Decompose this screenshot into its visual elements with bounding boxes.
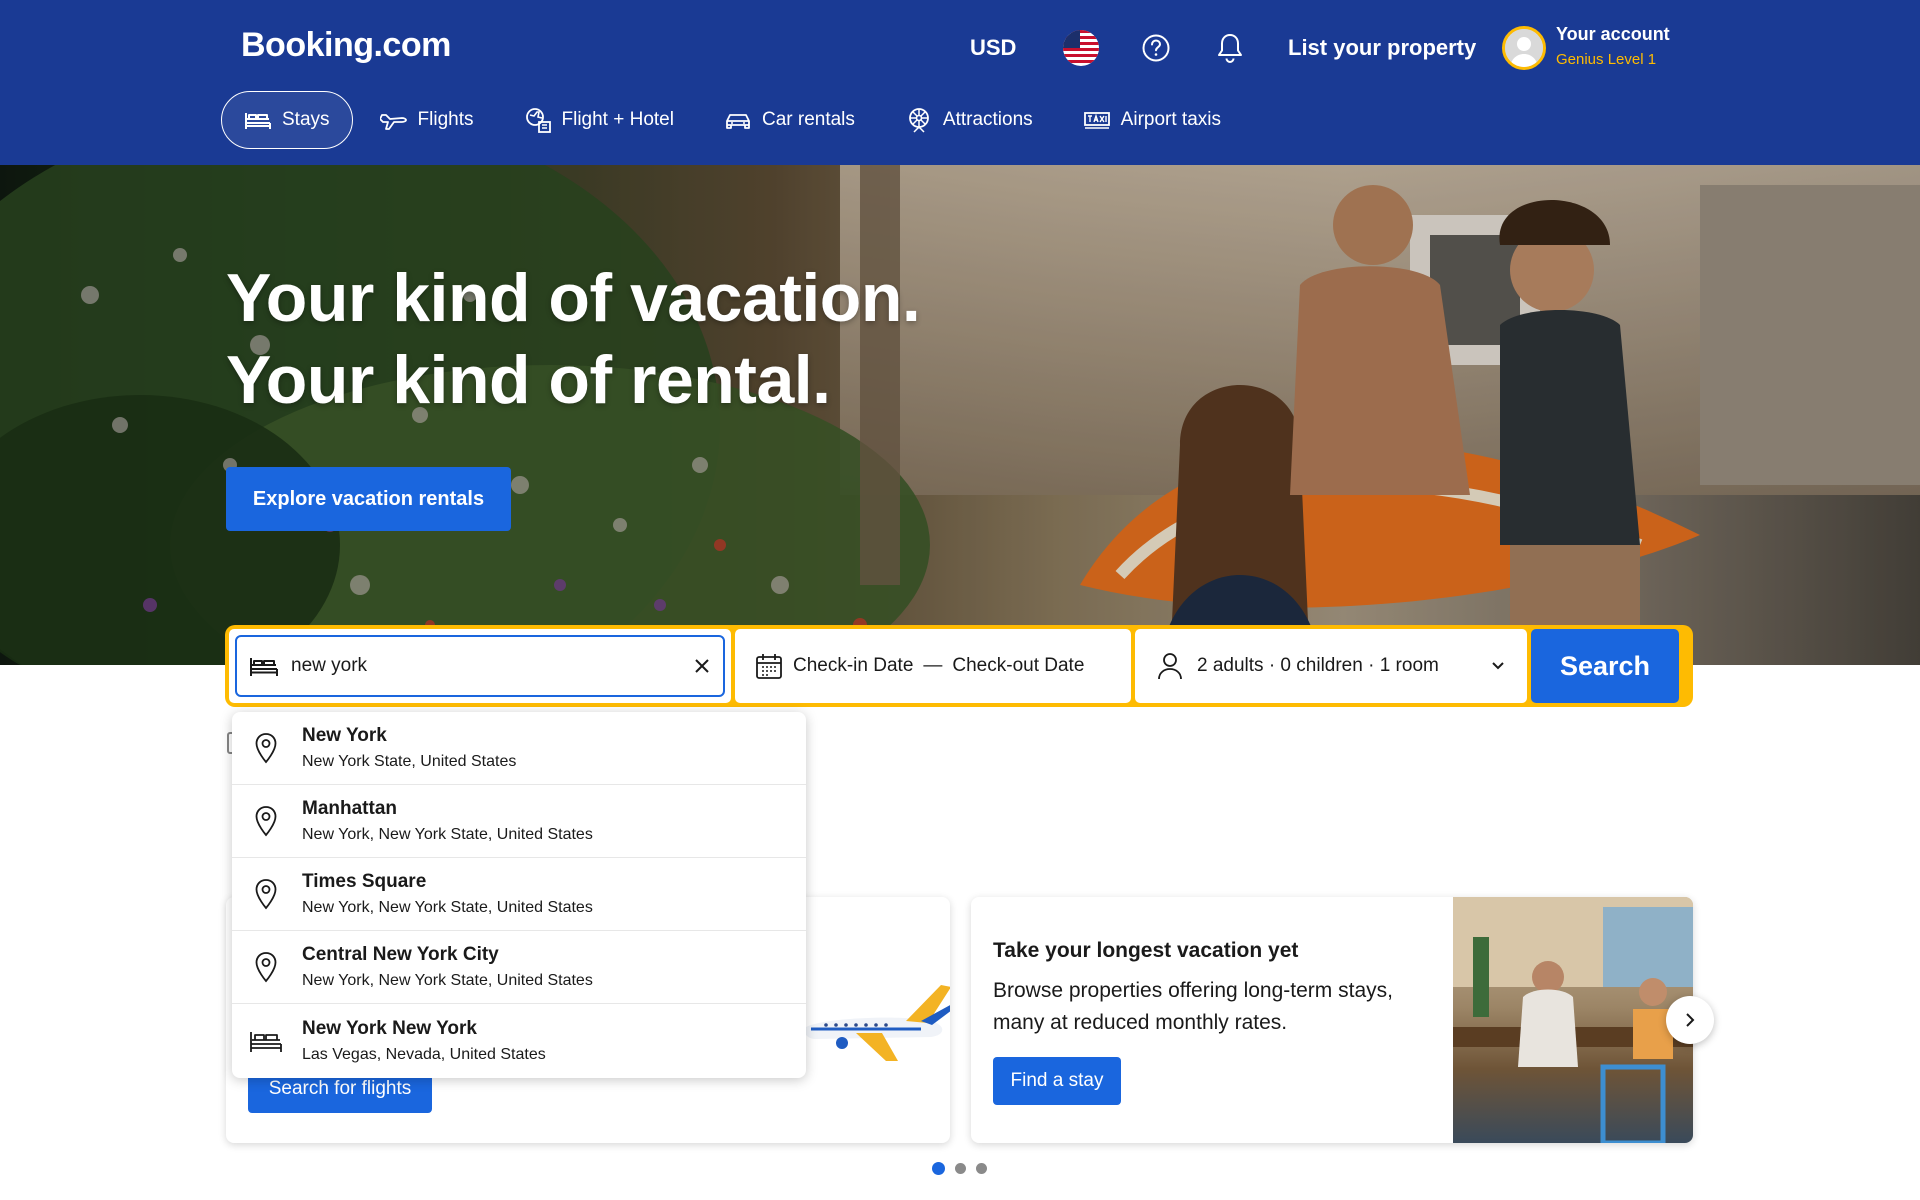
account-title: Your account — [1556, 24, 1670, 44]
plane-icon — [379, 114, 407, 130]
bed-icon — [245, 113, 271, 129]
suggestion-location: New York State, United States — [302, 753, 517, 770]
find-a-stay-button[interactable]: Find a stay — [993, 1057, 1121, 1105]
hero-banner: Your kind of vacation. Your kind of rent… — [0, 165, 1920, 665]
tab-attractions[interactable]: Attractions — [882, 91, 1056, 149]
tab-airport-taxis[interactable]: Airport taxis — [1060, 91, 1244, 149]
tab-label: Flight + Hotel — [561, 109, 674, 130]
destination-input[interactable] — [291, 655, 693, 677]
tab-flights[interactable]: Flights — [357, 91, 497, 149]
carousel-next-button[interactable] — [1666, 996, 1714, 1044]
chevron-down-icon — [1492, 662, 1504, 670]
calendar-icon — [756, 654, 782, 679]
hero-line-1: Your kind of vacation. — [226, 260, 921, 336]
long-stay-photo — [1453, 897, 1693, 1143]
tab-label: Airport taxis — [1120, 109, 1221, 130]
hero-line-2: Your kind of rental. — [226, 342, 831, 418]
bell-icon[interactable] — [1212, 30, 1248, 66]
location-pin-icon — [248, 878, 284, 910]
guests-selector[interactable]: 2 adults · 0 children · 1 room — [1135, 629, 1527, 703]
card-description: Browse properties offering long-term sta… — [993, 979, 1393, 1034]
us-flag-icon[interactable] — [1063, 30, 1099, 66]
taxi-icon — [1083, 112, 1110, 129]
genius-level: Genius Level 1 — [1556, 51, 1657, 68]
search-button[interactable]: Search — [1531, 629, 1679, 703]
product-nav: Stays Flights Flight + Hotel Car rentals — [221, 90, 1248, 150]
attractions-icon — [909, 108, 929, 133]
date-picker-field[interactable]: Check-in Date — Check-out Date — [735, 629, 1131, 703]
suggestion-name: New York New York — [302, 1017, 477, 1039]
suggestion-name: New York — [302, 725, 387, 746]
account-menu[interactable]: Your account Genius Level 1 — [1556, 24, 1670, 68]
long-stay-promo-card: Take your longest vacation yet Browse pr… — [971, 897, 1693, 1143]
carousel-dot[interactable] — [955, 1163, 966, 1174]
card-title: Take your longest vacation yet — [993, 939, 1299, 962]
destination-box — [229, 629, 731, 703]
carousel-dot[interactable] — [976, 1163, 987, 1174]
suggestion-item[interactable]: Times Square New York, New York State, U… — [232, 858, 806, 931]
airplane-illustration — [806, 985, 950, 1061]
flight-hotel-icon — [525, 108, 551, 133]
suggestion-location: New York, New York State, United States — [302, 826, 593, 843]
carousel-pagination — [932, 1162, 997, 1175]
site-header: Booking.com USD List your property Your … — [0, 0, 1920, 165]
list-your-property-link[interactable]: List your property — [1288, 30, 1476, 66]
bed-icon — [248, 1028, 284, 1054]
search-bar: Check-in Date — Check-out Date 2 adults … — [225, 625, 1693, 707]
suggestion-item[interactable]: New York New York Las Vegas, Nevada, Uni… — [232, 1004, 806, 1077]
checkin-date-label: Check-in Date — [793, 655, 914, 676]
location-pin-icon — [248, 951, 284, 983]
guests-summary: 2 adults · 0 children · 1 room — [1197, 655, 1439, 676]
tab-stays[interactable]: Stays — [221, 91, 353, 149]
suggestion-location: New York, New York State, United States — [302, 972, 593, 989]
suggestion-name: Manhattan — [302, 798, 397, 819]
suggestion-item[interactable]: Central New York City New York, New York… — [232, 931, 806, 1004]
currency-selector[interactable]: USD — [970, 30, 1016, 66]
bed-icon — [250, 658, 278, 676]
suggestion-location: Las Vegas, Nevada, United States — [302, 1045, 546, 1063]
explore-vacation-rentals-button[interactable]: Explore vacation rentals — [226, 467, 511, 531]
clear-icon[interactable] — [693, 657, 711, 675]
date-separator: — — [923, 655, 943, 676]
destination-suggestions: New York New York State, United States M… — [232, 712, 806, 1078]
tab-label: Stays — [282, 109, 330, 130]
suggestion-item[interactable]: Manhattan New York, New York State, Unit… — [232, 785, 806, 858]
tab-label: Attractions — [942, 109, 1033, 130]
tab-label: Car rentals — [761, 109, 855, 130]
suggestion-name: Central New York City — [302, 944, 499, 965]
hero-headline: Your kind of vacation. Your kind of rent… — [226, 257, 921, 421]
help-icon[interactable] — [1138, 30, 1174, 66]
location-pin-icon — [248, 732, 284, 764]
avatar[interactable] — [1502, 26, 1546, 70]
suggestion-item[interactable]: New York New York State, United States — [232, 712, 806, 785]
location-pin-icon — [248, 805, 284, 837]
person-icon — [1158, 653, 1182, 680]
car-icon — [726, 114, 750, 129]
tab-flight-hotel[interactable]: Flight + Hotel — [501, 91, 697, 149]
tab-label: Flights — [417, 109, 474, 130]
carousel-dot[interactable] — [932, 1162, 945, 1175]
checkout-date-label: Check-out Date — [952, 655, 1085, 676]
booking-logo[interactable]: Booking.com — [241, 26, 451, 65]
destination-field[interactable] — [235, 635, 725, 697]
chevron-right-icon — [1686, 1013, 1695, 1027]
suggestion-name: Times Square — [302, 871, 427, 892]
suggestion-location: New York, New York State, United States — [302, 899, 593, 916]
tab-car-rentals[interactable]: Car rentals — [701, 91, 878, 149]
